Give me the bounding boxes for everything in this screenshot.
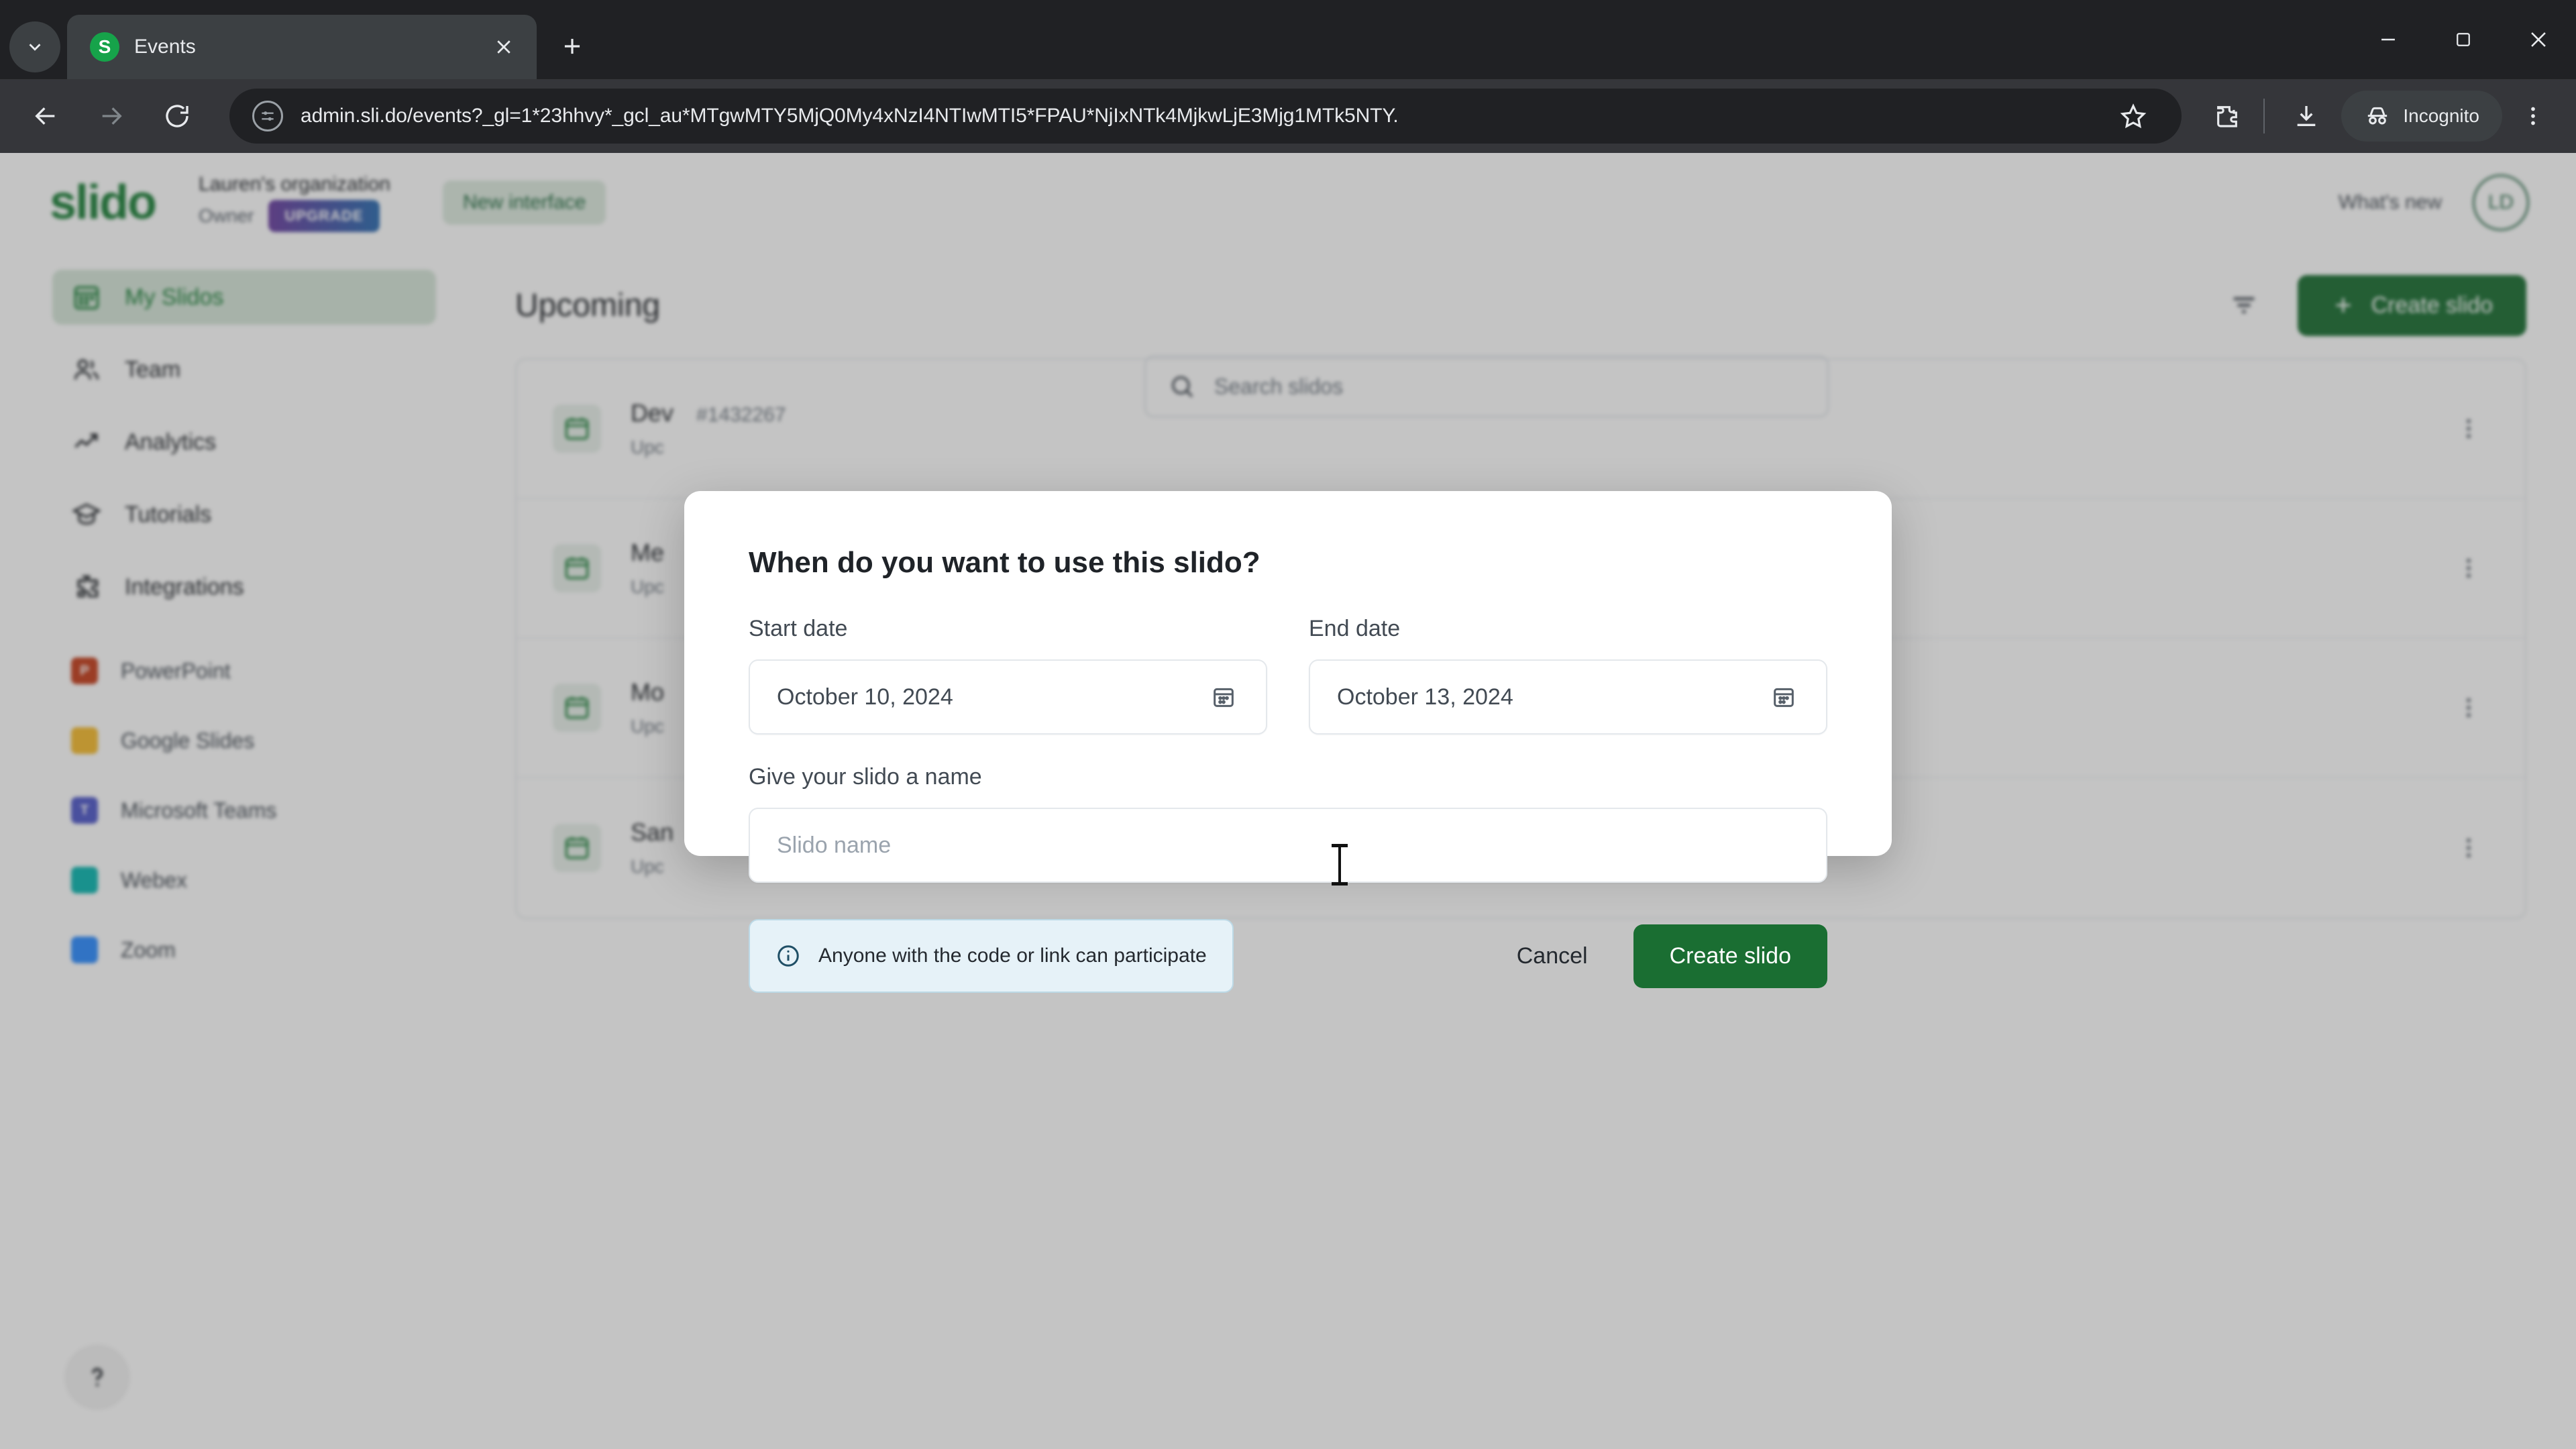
dialog-body: When do you want to use this slido? Star… xyxy=(684,491,1892,993)
slido-name-input[interactable]: Slido name xyxy=(749,808,1827,883)
reload-icon xyxy=(166,105,189,127)
browser-menu-button[interactable] xyxy=(2508,91,2559,142)
calendar-icon[interactable] xyxy=(1768,682,1799,712)
browser-tab[interactable]: S Events xyxy=(67,15,537,79)
star-icon xyxy=(2121,103,2147,129)
maximize-button[interactable] xyxy=(2426,0,2501,79)
start-date-input[interactable]: October 10, 2024 xyxy=(749,659,1267,735)
plus-icon xyxy=(564,38,580,54)
browser-window: S Events admin.sli.do/events?_gl=1*23hhv… xyxy=(0,0,2576,1449)
create-slido-dialog: When do you want to use this slido? Star… xyxy=(684,491,1892,993)
start-date-value: October 10, 2024 xyxy=(777,684,953,710)
close-window-button[interactable] xyxy=(2501,0,2576,79)
end-date-value: October 13, 2024 xyxy=(1337,684,1513,710)
start-date-label: Start date xyxy=(749,616,848,641)
arrow-left-icon xyxy=(35,107,55,125)
dialog-footer: Anyone with the code or link can partici… xyxy=(749,919,1827,993)
dialog-title: When do you want to use this slido? xyxy=(749,546,1260,579)
calendar-icon[interactable] xyxy=(1208,682,1239,712)
date-fields-row: Start date October 10, 2024 End date Oct… xyxy=(749,616,1827,735)
site-settings-icon[interactable] xyxy=(252,101,283,131)
extensions-icon xyxy=(2217,106,2238,127)
incognito-label: Incognito xyxy=(2403,105,2479,126)
end-date-field: End date October 13, 2024 xyxy=(1309,616,1827,735)
end-date-input[interactable]: October 13, 2024 xyxy=(1309,659,1827,735)
minimize-button[interactable] xyxy=(2351,0,2426,79)
slido-name-label: Give your slido a name xyxy=(749,764,982,790)
notice-text: Anyone with the code or link can partici… xyxy=(818,945,1207,967)
reload-button[interactable] xyxy=(149,88,205,144)
new-tab-button[interactable] xyxy=(547,21,597,71)
browser-toolbar: admin.sli.do/events?_gl=1*23hhvy*_gcl_au… xyxy=(0,79,2576,153)
text-cursor xyxy=(1332,844,1348,885)
three-dots-vertical-icon xyxy=(2531,107,2535,125)
cancel-button[interactable]: Cancel xyxy=(1510,926,1595,987)
download-icon xyxy=(2298,106,2316,126)
favicon-letter: S xyxy=(98,36,111,57)
close-icon xyxy=(497,40,511,54)
slido-name-placeholder: Slido name xyxy=(777,832,892,858)
close-icon xyxy=(2531,32,2546,47)
dialog-actions: Cancel Create slido xyxy=(1510,924,1827,988)
browser-tab-strip: S Events xyxy=(0,0,2576,79)
forward-button[interactable] xyxy=(83,88,140,144)
chevron-down-icon xyxy=(29,44,41,51)
incognito-icon xyxy=(2368,107,2387,125)
slido-favicon: S xyxy=(90,32,119,62)
maximize-icon xyxy=(2457,33,2470,46)
participation-notice: Anyone with the code or link can partici… xyxy=(749,919,1234,993)
slido-name-field: Give your slido a name Slido name xyxy=(749,764,1827,883)
url-text: admin.sli.do/events?_gl=1*23hhvy*_gcl_au… xyxy=(301,105,1399,127)
bookmark-button[interactable] xyxy=(2108,91,2159,142)
toolbar-divider xyxy=(2263,99,2265,133)
arrow-right-icon xyxy=(102,107,122,125)
address-bar[interactable]: admin.sli.do/events?_gl=1*23hhvy*_gcl_au… xyxy=(229,89,2182,144)
create-slido-submit-button[interactable]: Create slido xyxy=(1633,924,1827,988)
end-date-label: End date xyxy=(1309,616,1401,641)
sliders-icon xyxy=(262,111,274,121)
minimize-icon xyxy=(2381,38,2395,41)
web-page: slido Lauren's organization Owner UPGRAD… xyxy=(0,153,2576,1449)
tab-search-button[interactable] xyxy=(9,21,60,72)
close-tab-button[interactable] xyxy=(488,32,519,62)
window-controls xyxy=(2351,0,2576,79)
downloads-button[interactable] xyxy=(2281,91,2332,142)
tab-title: Events xyxy=(134,36,196,58)
start-date-field: Start date October 10, 2024 xyxy=(749,616,1267,735)
incognito-indicator[interactable]: Incognito xyxy=(2341,91,2502,142)
extensions-button[interactable] xyxy=(2202,91,2253,142)
info-icon xyxy=(777,945,799,967)
back-button[interactable] xyxy=(17,88,74,144)
